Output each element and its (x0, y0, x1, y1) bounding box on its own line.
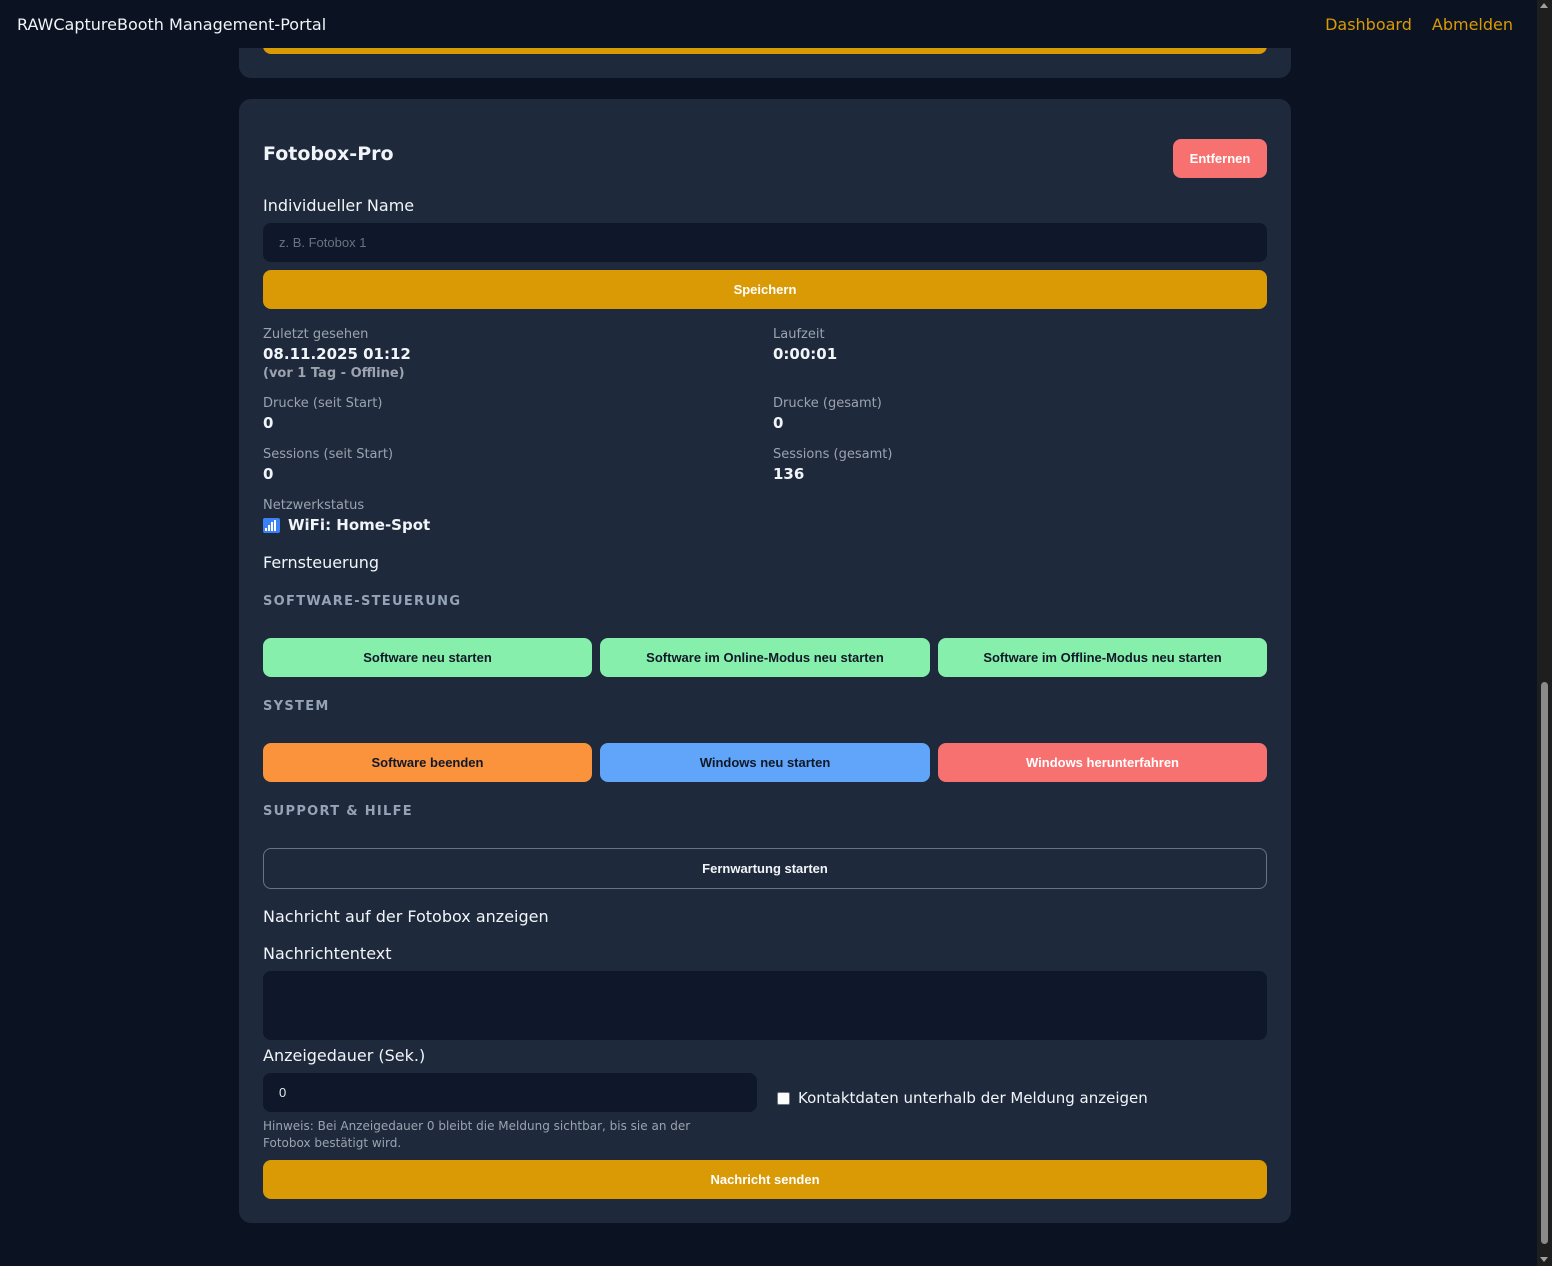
nav-dashboard-link[interactable]: Dashboard (1325, 15, 1412, 34)
restart-offline-button[interactable]: Software im Offline-Modus neu starten (938, 638, 1267, 677)
support-section-heading: SUPPORT & HILFE (263, 804, 413, 819)
prints-total-label: Drucke (gesamt) (773, 396, 882, 411)
remove-button[interactable]: Entfernen (1173, 139, 1267, 178)
restart-software-button[interactable]: Software neu starten (263, 638, 592, 677)
quit-software-button[interactable]: Software beenden (263, 743, 592, 782)
network-label: Netzwerkstatus (263, 498, 365, 513)
device-card: Fotobox-Pro Entfernen Individueller Name… (239, 99, 1291, 1223)
contact-checkbox-label: Kontaktdaten unterhalb der Meldung anzei… (798, 1089, 1148, 1107)
restart-online-button[interactable]: Software im Online-Modus neu starten (600, 638, 930, 677)
runtime-label: Laufzeit (773, 327, 825, 342)
duration-hint: Hinweis: Bei Anzeigedauer 0 bleibt die M… (263, 1119, 691, 1150)
save-button[interactable]: Speichern (263, 270, 1267, 309)
wifi-signal-icon (263, 518, 280, 533)
send-message-button[interactable]: Nachricht senden (263, 1160, 1267, 1199)
contact-checkbox-row[interactable]: Kontaktdaten unterhalb der Meldung anzei… (777, 1089, 1148, 1107)
duration-label: Anzeigedauer (Sek.) (263, 1046, 426, 1065)
software-section-heading: SOFTWARE-STEUERUNG (263, 594, 462, 609)
message-text-label: Nachrichtentext (263, 944, 392, 963)
name-input-placeholder: z. B. Fotobox 1 (279, 235, 367, 250)
prints-since-label: Drucke (seit Start) (263, 396, 383, 411)
duration-input[interactable]: 0 (263, 1073, 757, 1112)
remote-control-title: Fernsteuerung (263, 553, 380, 572)
app-brand: RAWCaptureBooth Management-Portal (17, 14, 327, 34)
scroll-down-arrow-icon[interactable] (1540, 1257, 1548, 1262)
last-seen-label: Zuletzt gesehen (263, 327, 369, 342)
top-navbar: RAWCaptureBooth Management-Portal Dashbo… (0, 0, 1537, 48)
page-scrollbar[interactable] (1537, 0, 1552, 1266)
scroll-up-arrow-icon[interactable] (1540, 3, 1548, 8)
prints-since-value: 0 (263, 414, 274, 432)
last-seen-value: 08.11.2025 01:12 (263, 345, 411, 363)
scrollbar-thumb[interactable] (1541, 682, 1548, 1244)
message-section-title: Nachricht auf der Fotobox anzeigen (263, 907, 549, 926)
sessions-total-label: Sessions (gesamt) (773, 447, 893, 462)
message-textarea[interactable] (263, 971, 1267, 1040)
duration-value: 0 (279, 1085, 287, 1100)
prints-total-value: 0 (773, 414, 784, 432)
contact-checkbox[interactable] (777, 1091, 790, 1105)
name-label: Individueller Name (263, 196, 415, 215)
nav-links: Dashboard Abmelden (1325, 15, 1513, 34)
sessions-since-value: 0 (263, 465, 274, 483)
sessions-since-label: Sessions (seit Start) (263, 447, 394, 462)
runtime-value: 0:00:01 (773, 345, 838, 363)
restart-windows-button[interactable]: Windows neu starten (600, 743, 930, 782)
network-value: WiFi: Home-Spot (288, 516, 431, 534)
remote-maintenance-button[interactable]: Fernwartung starten (263, 848, 1267, 889)
nav-logout-link[interactable]: Abmelden (1432, 15, 1513, 34)
name-input[interactable]: z. B. Fotobox 1 (263, 223, 1267, 262)
device-title: Fotobox-Pro (263, 143, 394, 165)
shutdown-windows-button[interactable]: Windows herunterfahren (938, 743, 1267, 782)
sessions-total-value: 136 (773, 465, 805, 483)
system-section-heading: SYSTEM (263, 699, 330, 714)
last-seen-status: (vor 1 Tag - Offline) (263, 366, 405, 381)
network-status: WiFi: Home-Spot (263, 516, 430, 534)
